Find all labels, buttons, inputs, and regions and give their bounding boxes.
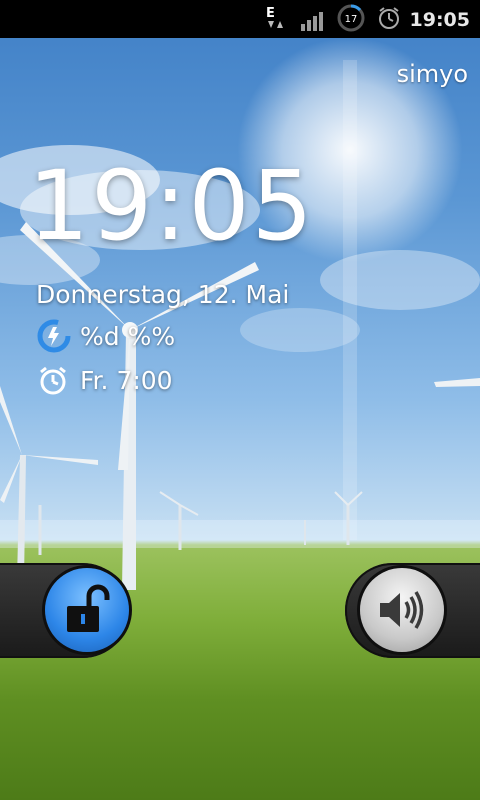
charging-icon (36, 318, 72, 358)
status-bar-time: 19:05 (409, 9, 470, 31)
battery-level-label: 17 (345, 14, 358, 25)
data-transfer-icon: E (262, 4, 288, 36)
unlock-icon (63, 584, 111, 640)
carrier-label: simyo (396, 60, 468, 88)
alarm-icon (376, 5, 402, 35)
sound-icon (376, 586, 428, 638)
lockscreen-clock: 19:05 (28, 150, 315, 262)
battery-icon: 17 (336, 3, 366, 37)
unlock-handle[interactable] (45, 568, 129, 652)
signal-strength-icon (300, 8, 328, 36)
next-alarm-label: Fr. 7:00 (80, 366, 173, 395)
charging-status-label: %d %% (80, 322, 176, 351)
wallpaper-scenery (0, 60, 480, 590)
network-type-label: E (266, 6, 275, 21)
sound-toggle-handle[interactable] (360, 568, 444, 652)
status-bar: E 17 19:05 (0, 0, 480, 38)
alarm-icon (36, 363, 70, 401)
date-label: Donnerstag, 12. Mai (36, 280, 290, 309)
